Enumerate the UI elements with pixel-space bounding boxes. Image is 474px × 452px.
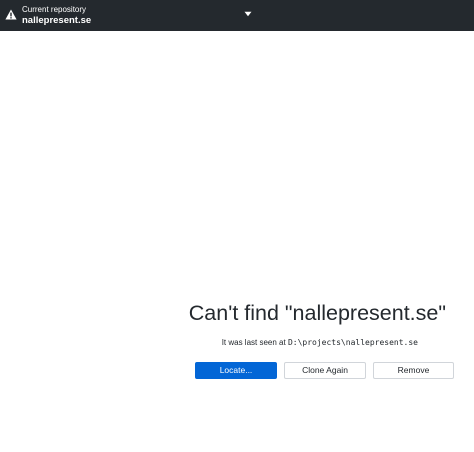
warning-icon xyxy=(5,9,17,20)
locate-button[interactable]: Locate... xyxy=(195,362,277,379)
current-repository-button[interactable]: Current repository nallepresent.se xyxy=(0,0,262,31)
last-seen-message: It was last seen at D:\projects\nallepre… xyxy=(222,338,418,347)
clone-again-button[interactable]: Clone Again xyxy=(284,362,366,379)
current-repository-name: nallepresent.se xyxy=(22,15,92,26)
last-seen-prefix: It was last seen at xyxy=(221,338,286,347)
page-title: Can't find "nallepresent.se" xyxy=(188,301,446,325)
caret-down-icon xyxy=(244,11,252,17)
missing-repository-view: Can't find "nallepresent.se" It was last… xyxy=(0,31,474,452)
current-repository-label: Current repository xyxy=(22,5,87,14)
app-toolbar: Current repository nallepresent.se xyxy=(0,0,474,31)
remove-button[interactable]: Remove xyxy=(373,362,454,379)
last-seen-path: D:\projects\nallepresent.se xyxy=(287,338,418,347)
